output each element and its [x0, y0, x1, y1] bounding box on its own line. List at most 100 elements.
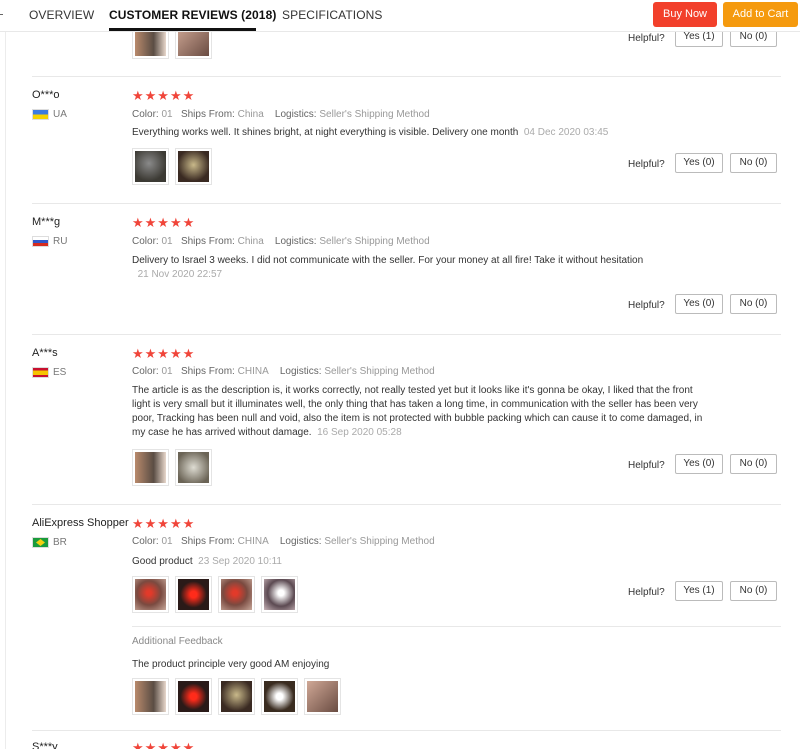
- review-meta: Color: 01 Ships From: China Logistics: S…: [132, 109, 430, 120]
- review-photo[interactable]: [218, 576, 255, 613]
- helpful-label: Helpful?: [628, 587, 665, 598]
- color-value: 01: [161, 109, 173, 120]
- logistics-value: Seller's Shipping Method: [324, 366, 435, 377]
- additional-feedback-photos: [132, 678, 347, 715]
- logistics-label: Logistics:: [274, 109, 317, 120]
- review-divider: [32, 504, 781, 505]
- reviewer-country: ES: [32, 367, 66, 378]
- ships-from-label: Ships From:: [180, 109, 235, 120]
- review-meta: Color: 01 Ships From: CHINA Logistics: S…: [132, 536, 435, 547]
- review-photo[interactable]: [175, 148, 212, 185]
- review-meta: Color: 01 Ships From: China Logistics: S…: [132, 236, 430, 247]
- additional-feedback-text: The product principle very good AM enjoy…: [132, 659, 330, 670]
- review-text: Everything works well. It shines bright,…: [132, 126, 707, 140]
- helpful-label: Helpful?: [628, 33, 665, 44]
- logistics-label: Logistics:: [279, 536, 322, 547]
- review-photo[interactable]: [261, 678, 298, 715]
- review-divider: [32, 334, 781, 335]
- star-rating: ★★★★★: [132, 740, 196, 749]
- ships-from-value: China: [237, 236, 264, 247]
- review-date: 04 Dec 2020 03:45: [523, 127, 609, 138]
- tab-specifications[interactable]: SPECIFICATIONS: [282, 8, 383, 22]
- flag-ru-icon: [32, 236, 49, 247]
- logistics-value: Seller's Shipping Method: [319, 236, 430, 247]
- ships-from-label: Ships From:: [180, 536, 235, 547]
- color-value: 01: [161, 236, 173, 247]
- review-divider: [32, 730, 781, 731]
- reviewer-name: S***y: [32, 741, 58, 749]
- product-tab-bar: OVERVIEW CUSTOMER REVIEWS (2018) SPECIFI…: [0, 0, 800, 32]
- helpful-yes-button[interactable]: Yes (0): [675, 153, 723, 173]
- review-photo[interactable]: [132, 678, 169, 715]
- helpful-yes-button[interactable]: Yes (0): [675, 454, 723, 474]
- review-photos: [132, 148, 218, 185]
- review-text: Delivery to Israel 3 weeks. I did not co…: [132, 254, 702, 282]
- reviewer-name: A***s: [32, 347, 58, 359]
- ships-from-value: CHINA: [237, 366, 269, 377]
- star-rating: ★★★★★: [132, 215, 196, 230]
- country-code: ES: [53, 367, 67, 378]
- review-date: 16 Sep 2020 05:28: [317, 427, 402, 438]
- left-divider: [5, 32, 6, 749]
- color-value: 01: [161, 536, 173, 547]
- helpful-yes-button[interactable]: Yes (0): [675, 294, 723, 314]
- helpful-no-button[interactable]: No (0): [730, 294, 777, 314]
- review-photo[interactable]: [175, 449, 212, 486]
- logistics-label: Logistics:: [279, 366, 322, 377]
- color-label: Color:: [132, 536, 159, 547]
- color-label: Color:: [132, 109, 159, 120]
- star-rating: ★★★★★: [132, 346, 196, 361]
- review-photo[interactable]: [132, 576, 169, 613]
- helpful-yes-button[interactable]: Yes (1): [675, 581, 723, 601]
- reviewer-name: M***g: [32, 216, 61, 228]
- helpful-label: Helpful?: [628, 460, 665, 471]
- review-photos: [132, 449, 218, 486]
- country-code: RU: [53, 236, 68, 247]
- ships-from-value: CHINA: [237, 536, 269, 547]
- review-body: Everything works well. It shines bright,…: [132, 127, 519, 138]
- review-divider: [32, 203, 781, 204]
- logistics-value: Seller's Shipping Method: [324, 536, 435, 547]
- flag-es-icon: [32, 367, 49, 378]
- review-date: 23 Sep 2020 10:11: [198, 556, 282, 567]
- additional-feedback-divider: [132, 626, 781, 627]
- color-label: Color:: [132, 366, 159, 377]
- review-photo[interactable]: [175, 678, 212, 715]
- review-photo[interactable]: [261, 576, 298, 613]
- review-body: The article is as the description is, it…: [132, 385, 703, 438]
- add-to-cart-button[interactable]: Add to Cart: [723, 2, 798, 27]
- buy-now-button[interactable]: Buy Now: [653, 2, 717, 27]
- review-photo[interactable]: [304, 678, 341, 715]
- tab-customer-reviews[interactable]: CUSTOMER REVIEWS (2018): [109, 8, 276, 22]
- review-body: Delivery to Israel 3 weeks. I did not co…: [132, 255, 644, 266]
- review-date: 21 Nov 2020 22:57: [137, 269, 223, 280]
- flag-ua-icon: [32, 109, 49, 120]
- review-meta: Color: 01 Ships From: CHINA Logistics: S…: [132, 366, 435, 377]
- review-body: Good product: [132, 556, 193, 567]
- additional-feedback-label: Additional Feedback: [132, 636, 223, 647]
- reviewer-country: UA: [32, 109, 67, 120]
- country-code: UA: [53, 109, 67, 120]
- helpful-no-button[interactable]: No (0): [730, 454, 777, 474]
- review-photo[interactable]: [175, 576, 212, 613]
- reviewer-country: BR: [32, 537, 67, 548]
- ships-from-value: China: [237, 109, 264, 120]
- review-photo[interactable]: [132, 449, 169, 486]
- logistics-label: Logistics:: [274, 236, 317, 247]
- review-text: The article is as the description is, it…: [132, 384, 704, 440]
- ships-from-label: Ships From:: [180, 366, 235, 377]
- review-photo[interactable]: [132, 148, 169, 185]
- helpful-label: Helpful?: [628, 159, 665, 170]
- color-label: Color:: [132, 236, 159, 247]
- tab-overview[interactable]: OVERVIEW: [29, 8, 94, 22]
- color-value: 01: [161, 366, 173, 377]
- review-photo[interactable]: [218, 678, 255, 715]
- helpful-no-button[interactable]: No (0): [730, 153, 777, 173]
- star-rating: ★★★★★: [132, 88, 196, 103]
- review-text: Good product 23 Sep 2020 10:11: [132, 555, 707, 569]
- helpful-no-button[interactable]: No (0): [730, 581, 777, 601]
- active-tab-indicator: [109, 28, 256, 31]
- review-photos: [132, 576, 304, 613]
- star-rating: ★★★★★: [132, 516, 196, 531]
- logistics-value: Seller's Shipping Method: [319, 109, 430, 120]
